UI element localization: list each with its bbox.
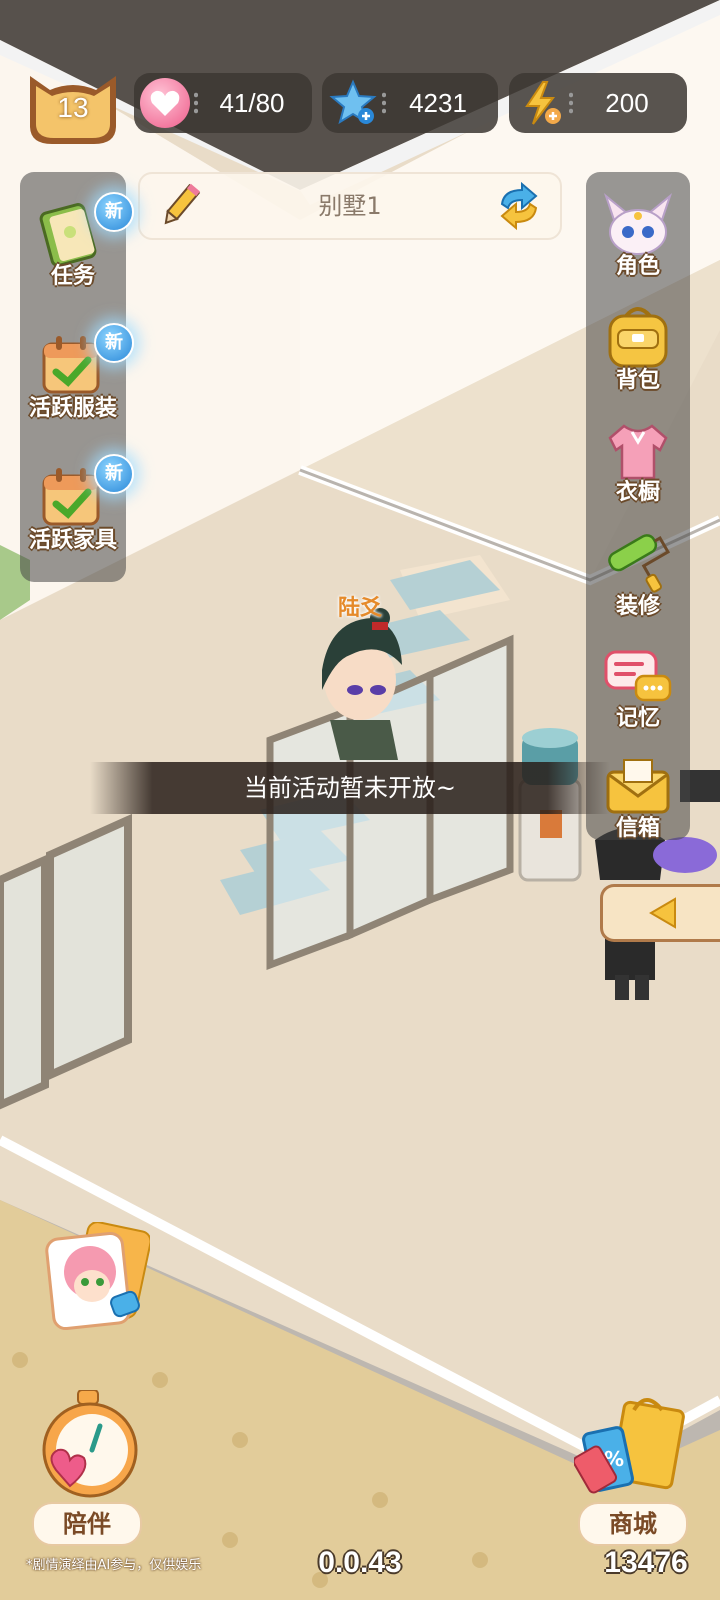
- shop-bag-icon[interactable]: %: [572, 1390, 692, 1500]
- star-icon: [328, 78, 378, 128]
- edit-pencil-icon[interactable]: [154, 180, 206, 232]
- toast-message-bar: 当前活动暂未开放~: [90, 762, 610, 814]
- disclaimer-text: *剧情演绎由AI参与，仅供娱乐: [26, 1558, 202, 1573]
- companion-card-button[interactable]: [40, 1221, 152, 1334]
- active-furniture-label: 活跃家具: [28, 528, 117, 553]
- active-outfit-label: 活跃服装: [28, 396, 117, 421]
- mailbox-label: 信箱: [615, 816, 660, 841]
- chat-bubble-icon: [604, 650, 672, 702]
- stars-counter[interactable]: 4231: [322, 73, 498, 133]
- collapse-panel-button[interactable]: [600, 884, 720, 942]
- decorate-button[interactable]: 装修: [588, 530, 688, 622]
- memory-button[interactable]: 记忆: [588, 644, 688, 736]
- hearts-counter[interactable]: 41/80: [134, 73, 312, 133]
- character-button[interactable]: 角色: [588, 192, 688, 284]
- task-new-badge: 新: [94, 192, 134, 232]
- toast-text: 当前活动暂未开放~: [243, 774, 457, 802]
- backpack-button[interactable]: 背包: [588, 304, 688, 396]
- stopwatch-icon[interactable]: [30, 1389, 146, 1500]
- room-name: 别墅1: [318, 192, 382, 220]
- lightning-icon: [515, 78, 565, 128]
- character-label: 角色: [615, 254, 660, 279]
- level-badge[interactable]: 13: [24, 66, 122, 146]
- shirt-icon: [608, 424, 668, 480]
- memory-label: 记忆: [615, 706, 660, 731]
- heart-icon: [140, 78, 190, 128]
- energy-value: 200: [605, 88, 649, 118]
- hearts-value: 41/80: [219, 88, 285, 118]
- room-name-bar: 别墅1: [138, 172, 562, 240]
- character-name: 陆爻: [337, 596, 382, 621]
- version-label: 0.0.43: [318, 1546, 402, 1579]
- currency-value: 13476: [604, 1546, 688, 1579]
- stars-value: 4231: [409, 88, 467, 118]
- envelope-icon: [606, 759, 670, 814]
- wardrobe-button[interactable]: 衣橱: [588, 418, 688, 510]
- switch-room-icon[interactable]: [492, 180, 546, 232]
- decorate-label: 装修: [615, 594, 660, 619]
- backpack-label: 背包: [615, 368, 660, 393]
- arrow-left-icon: [649, 897, 676, 929]
- energy-counter[interactable]: 200: [509, 73, 687, 133]
- task-label: 任务: [50, 264, 95, 289]
- level-value: 13: [57, 92, 89, 123]
- wardrobe-label: 衣橱: [615, 480, 660, 505]
- active-furniture-new-badge: 新: [94, 454, 134, 494]
- companion-button[interactable]: 陪伴: [32, 1502, 142, 1546]
- active-outfit-new-badge: 新: [94, 323, 134, 363]
- shop-button[interactable]: 商城: [578, 1502, 688, 1546]
- avatar: [45, 1221, 152, 1331]
